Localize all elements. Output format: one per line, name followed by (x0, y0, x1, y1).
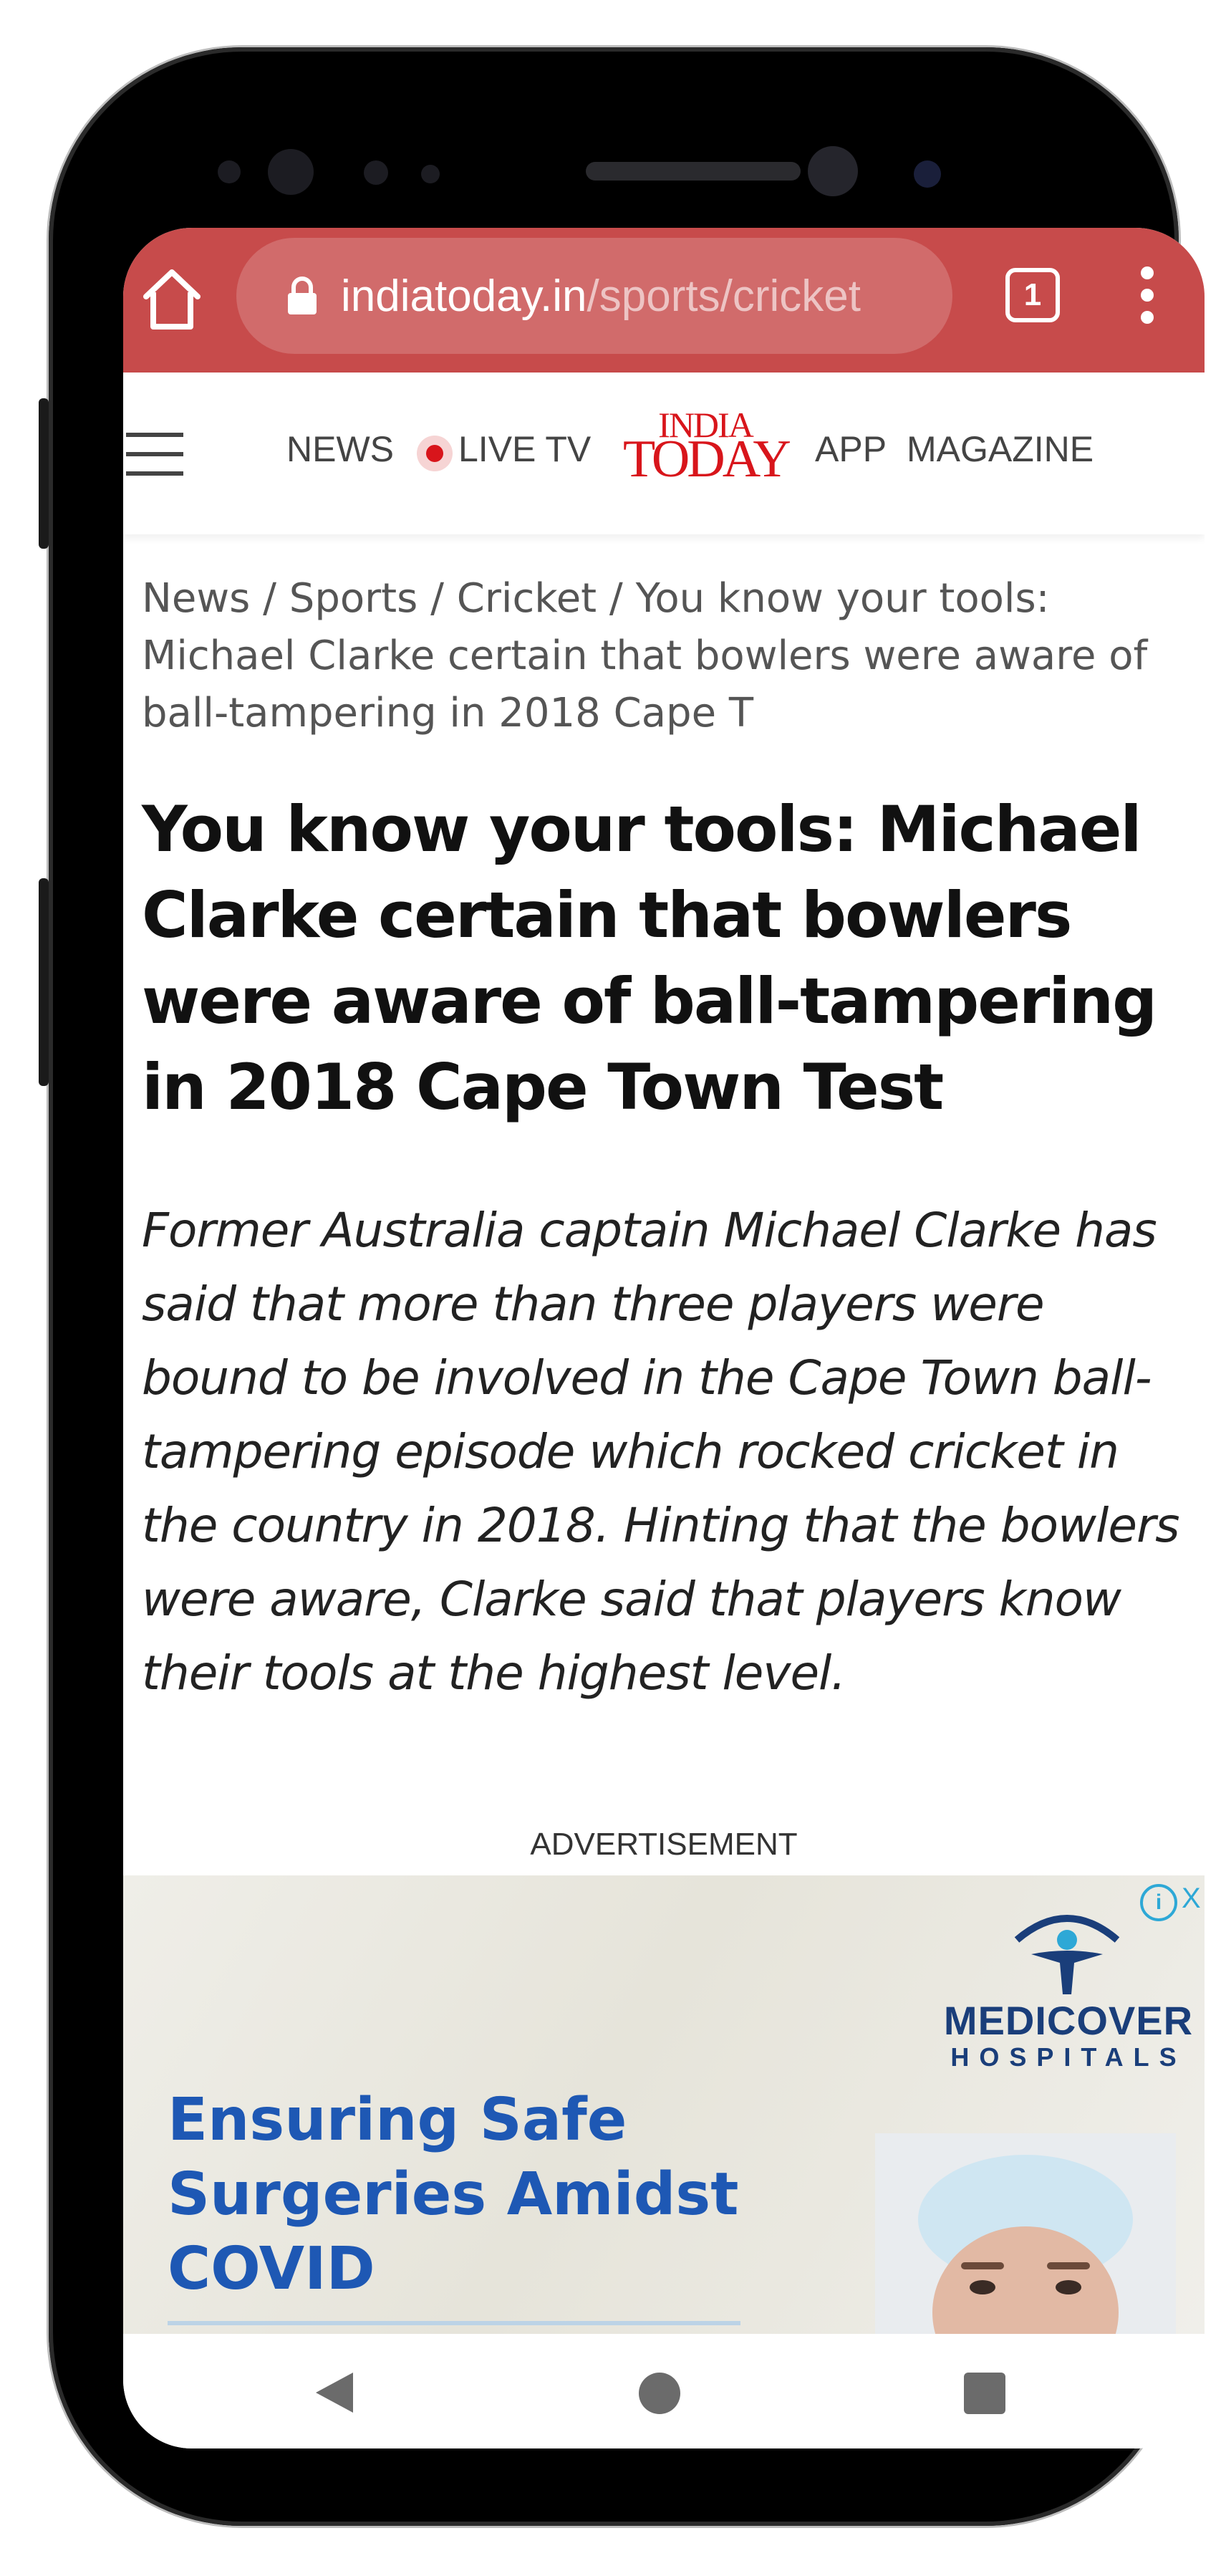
browser-toolbar: indiatoday.in/sports/cricket 1 (123, 228, 1205, 373)
url-domain: indiatoday.in (341, 271, 587, 321)
advertisement-banner[interactable]: i X MEDICOVER HOSPITALS Ensuring Safe Su… (123, 1875, 1205, 2334)
screen: indiatoday.in/sports/cricket 1 NEWS LIVE… (123, 228, 1205, 2448)
ad-underline (168, 2321, 740, 2325)
medicover-logo-icon (1014, 1915, 1120, 1994)
breadcrumb-cricket[interactable]: Cricket (457, 575, 597, 622)
article-summary: Former Australia captain Michael Clarke … (142, 1203, 1179, 1701)
site-header: NEWS LIVE TV INDIA TODAY APP MAGAZINE (123, 373, 1205, 534)
article-headline: You know your tools: Michael Clarke cert… (142, 792, 1157, 1124)
address-bar[interactable]: indiatoday.in/sports/cricket (236, 238, 952, 354)
side-button-left-2 (39, 878, 49, 1086)
india-today-logo[interactable]: INDIA TODAY (623, 407, 791, 489)
phone-frame: indiatoday.in/sports/cricket 1 NEWS LIVE… (39, 47, 1205, 2526)
breadcrumb-separator: / (417, 575, 457, 622)
ad-brand-line2: HOSPITALS (950, 2042, 1187, 2072)
front-sensor-3 (364, 160, 388, 185)
recents-square-icon[interactable] (964, 2373, 1005, 2414)
tab-switcher-button[interactable]: 1 (1005, 268, 1060, 322)
back-triangle-icon[interactable] (313, 2370, 356, 2416)
breadcrumb: News / Sports / Cricket / You know your … (142, 570, 1187, 742)
lock-icon (288, 277, 317, 314)
logo-line2: TODAY (623, 430, 791, 489)
earpiece-speaker (586, 162, 801, 181)
front-camera (808, 146, 858, 196)
breadcrumb-news[interactable]: News (142, 575, 250, 622)
system-nav-bar (123, 2334, 1205, 2448)
advertisement-label: ADVERTISEMENT (530, 1827, 798, 1862)
article-content: News / Sports / Cricket / You know your … (142, 570, 1187, 1710)
doctor-image (875, 2133, 1176, 2334)
nav-app[interactable]: APP (815, 428, 887, 470)
front-sensor-4 (421, 165, 440, 183)
ad-brand-line1: MEDICOVER (943, 1998, 1194, 2043)
url-text: indiatoday.in/sports/cricket (341, 271, 935, 322)
home-circle-icon[interactable] (639, 2373, 680, 2414)
nav-news[interactable]: NEWS (286, 428, 394, 470)
ad-info-icon[interactable]: i (1140, 1884, 1177, 1921)
ad-brand: MEDICOVER HOSPITALS (932, 1997, 1205, 2072)
ad-close-icon[interactable]: X (1182, 1883, 1203, 1918)
ad-headline: Ensuring Safe Surgeries Amidst COVID (168, 2086, 739, 2303)
nav-live-tv[interactable]: LIVE TV (458, 428, 591, 470)
nav-magazine[interactable]: MAGAZINE (907, 428, 1094, 470)
front-sensor-1 (218, 160, 241, 183)
home-icon[interactable] (140, 265, 203, 334)
breadcrumb-separator: / (250, 575, 289, 622)
url-path: /sports/cricket (587, 271, 861, 321)
breadcrumb-separator: / (597, 575, 636, 622)
iris-sensor (914, 160, 941, 188)
live-dot-icon (417, 436, 453, 471)
hamburger-icon[interactable] (126, 433, 183, 476)
front-sensor-2 (268, 149, 314, 195)
side-button-left-1 (39, 398, 49, 549)
more-vert-icon[interactable] (1140, 266, 1154, 324)
breadcrumb-sports[interactable]: Sports (289, 575, 418, 622)
